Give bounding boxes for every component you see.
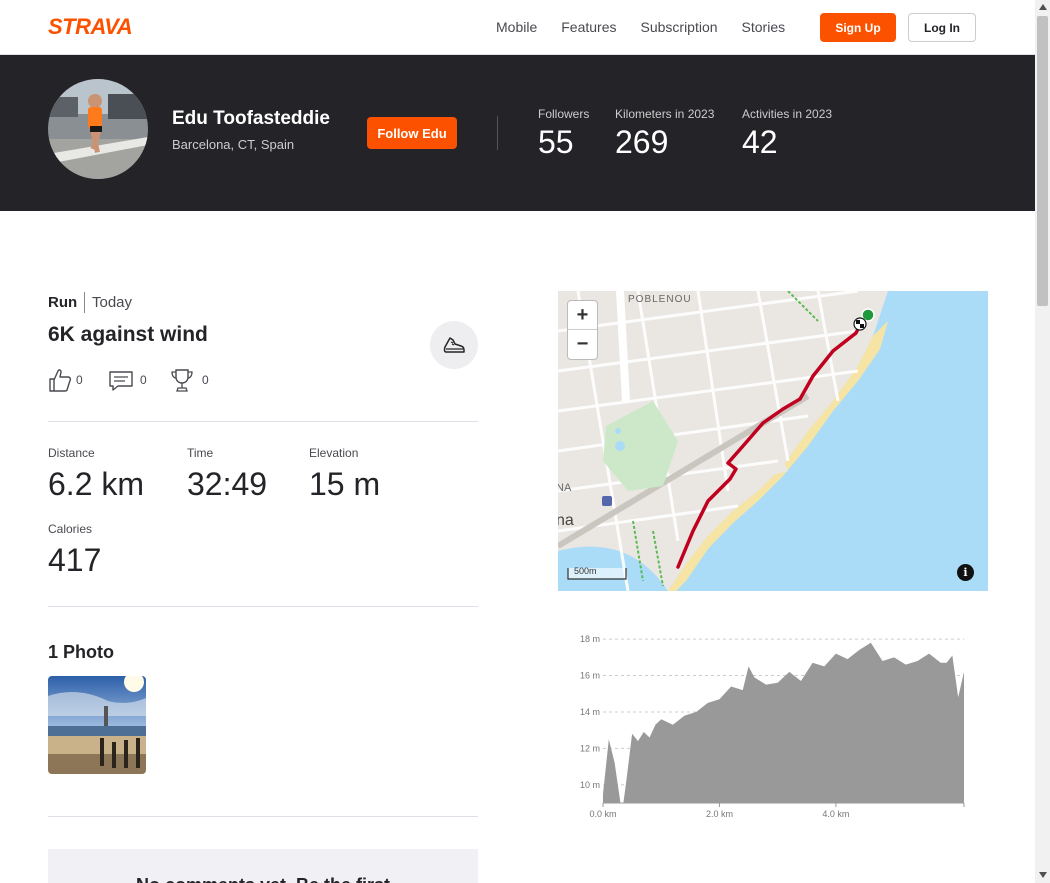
map-label-na2: na (558, 512, 574, 529)
stat-label: Followers (538, 107, 590, 121)
nav-link-features[interactable]: Features (561, 19, 616, 35)
athlete-avatar[interactable] (48, 79, 148, 179)
comments-empty-text: No comments yet. Be the first (48, 875, 478, 883)
map-zoom-control: + − (567, 300, 598, 360)
top-navbar: STRAVA Mobile Features Subscription Stor… (0, 0, 1035, 55)
x-tick-label: 2.0 km (706, 809, 733, 819)
stat-value: 269 (615, 124, 669, 160)
metric-value: 15 m (309, 466, 381, 502)
metric-elevation: Elevation 15 m (309, 446, 380, 503)
comments-button[interactable]: 0 (108, 367, 147, 393)
scroll-down-arrow-icon[interactable] (1039, 872, 1047, 878)
y-tick-label: 12 m (580, 743, 600, 753)
elevation-area (603, 642, 964, 803)
metric-label: Elevation (309, 446, 359, 460)
map-label-na: NA (558, 482, 572, 494)
photos-title: 1 Photo (48, 642, 114, 662)
activity-type-separator (84, 292, 85, 313)
athlete-name[interactable]: Edu Toofasteddie (172, 108, 330, 130)
kudos-count: 0 (76, 373, 83, 387)
route-map[interactable]: POBLENOU NA na 500m (558, 291, 988, 591)
athlete-header: Edu Toofasteddie Barcelona, CT, Spain Fo… (0, 55, 1035, 211)
stat-followers: Followers 55 (538, 107, 589, 161)
nav-links: Mobile Features Subscription Stories (496, 19, 809, 35)
stat-label: Activities in 2023 (742, 107, 833, 121)
elevation-chart: 10 m 12 m 14 m 16 m 18 m 0.0 km 2.0 km 4.0 km (558, 625, 988, 830)
metric-label: Time (187, 446, 214, 460)
y-tick-label: 16 m (580, 671, 600, 681)
nav-link-mobile[interactable]: Mobile (496, 19, 537, 35)
metric-time: Time 32:49 (187, 446, 267, 503)
metric-calories: Calories 417 (48, 522, 101, 579)
divider (48, 421, 478, 422)
running-shoe-icon (443, 337, 465, 353)
zoom-out-button[interactable]: − (568, 330, 597, 359)
strava-logo[interactable]: STRAVA (48, 16, 143, 36)
comments-count: 0 (140, 373, 147, 387)
metric-label: Calories (48, 522, 93, 536)
stat-value: 55 (538, 124, 574, 160)
stat-activities: Activities in 2023 42 (742, 107, 832, 161)
metric-value: 6.2 km (48, 466, 145, 502)
activity-title: 6K against wind (48, 323, 208, 346)
scroll-up-arrow-icon[interactable] (1039, 4, 1047, 10)
zoom-in-button[interactable]: + (568, 301, 597, 330)
comment-icon (109, 371, 133, 391)
trophy-icon (171, 369, 193, 392)
kudos-button[interactable]: 0 (48, 367, 83, 393)
log-in-button[interactable]: Log In (908, 13, 976, 42)
metric-value: 32:49 (187, 466, 268, 502)
header-divider (497, 116, 498, 150)
y-tick-label: 18 m (580, 634, 600, 644)
map-info-icon[interactable]: i (957, 564, 974, 581)
map-label-poblenou: POBLENOU (628, 294, 692, 305)
activity-date: Today (92, 294, 133, 311)
sign-up-button[interactable]: Sign Up (820, 13, 896, 42)
activity-photo[interactable] (48, 676, 146, 774)
x-tick-label: 4.0 km (822, 809, 849, 819)
y-tick-label: 14 m (580, 707, 600, 717)
logo-text: STRAVA (48, 16, 132, 36)
achievements-count: 0 (202, 373, 209, 387)
nav-link-subscription[interactable]: Subscription (641, 19, 718, 35)
x-tick-label: 0.0 km (589, 809, 616, 819)
scrollbar-thumb[interactable] (1037, 16, 1048, 306)
comments-empty-box: No comments yet. Be the first (48, 849, 478, 883)
follow-button[interactable]: Follow Edu (367, 117, 457, 149)
divider (48, 606, 478, 607)
activity-type: Run (48, 294, 78, 311)
nav-link-stories[interactable]: Stories (742, 19, 786, 35)
metric-distance: Distance 6.2 km (48, 446, 144, 503)
divider (48, 816, 478, 817)
metric-label: Distance (48, 446, 95, 460)
metric-value: 417 (48, 542, 102, 578)
activity-sport-button[interactable] (430, 321, 478, 369)
achievements-button[interactable]: 0 (169, 367, 209, 393)
stat-value: 42 (742, 124, 778, 160)
elevation-chart-svg: 10 m 12 m 14 m 16 m 18 m 0.0 km 2.0 km 4.0 km (580, 634, 965, 819)
stat-label: Kilometers in 2023 (615, 107, 715, 121)
athlete-location: Barcelona, CT, Spain (172, 137, 295, 152)
y-tick-label: 10 m (580, 780, 600, 790)
map-scale-label: 500m (574, 566, 597, 576)
stat-kilometers: Kilometers in 2023 269 (615, 107, 714, 161)
thumbs-up-icon (49, 369, 72, 392)
